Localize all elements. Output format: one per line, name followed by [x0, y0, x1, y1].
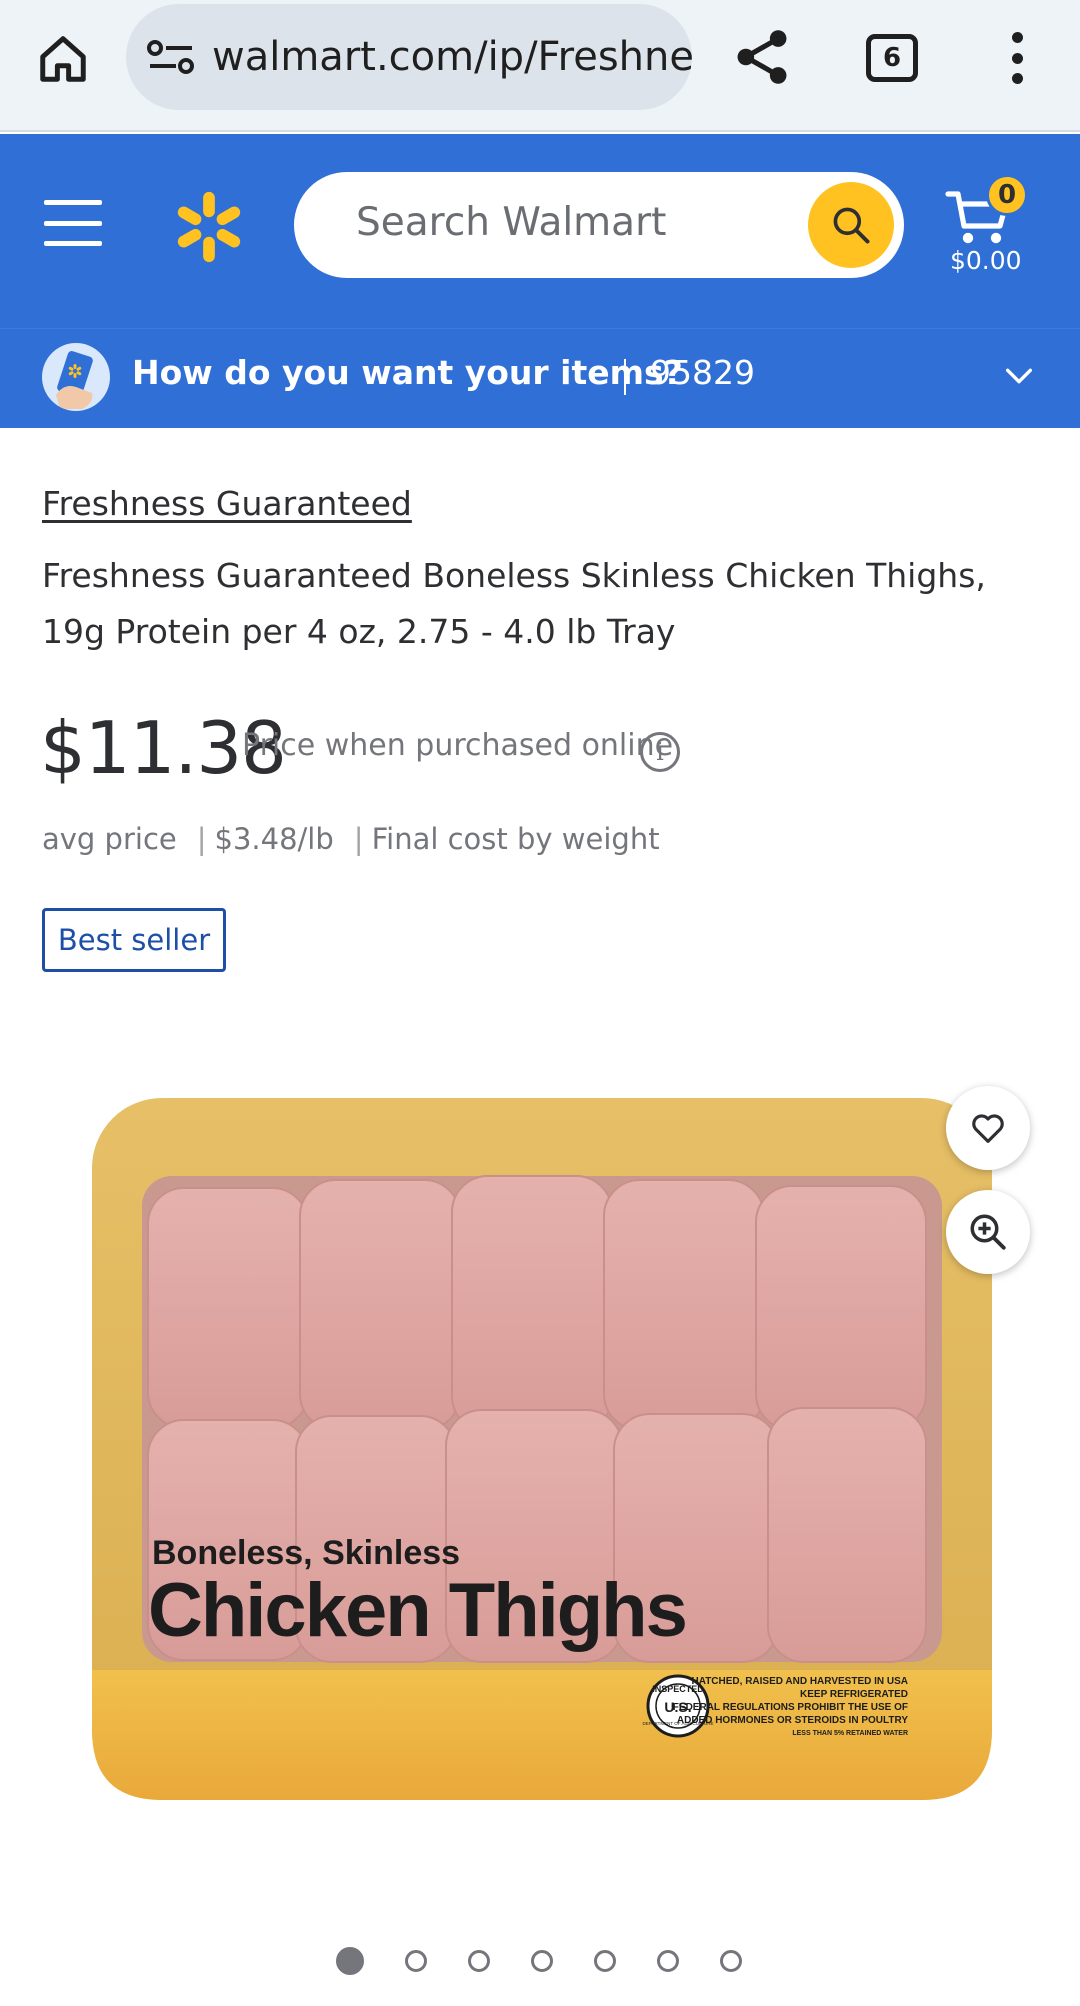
info-icon[interactable]: i: [640, 732, 680, 772]
brand-link[interactable]: Freshness Guaranteed: [42, 484, 412, 523]
hamburger-menu-icon[interactable]: [44, 200, 102, 246]
heart-icon: [972, 1114, 1004, 1143]
carousel-dot[interactable]: [531, 1950, 553, 1972]
tab-count: 6: [882, 43, 902, 73]
url-text: walmart.com/ip/Freshne: [212, 34, 692, 80]
share-icon[interactable]: [730, 22, 794, 92]
site-header: Search Walmart 0 $0.00: [0, 134, 1080, 328]
cart-total: $0.00: [950, 246, 1022, 275]
zoom-button[interactable]: [946, 1190, 1030, 1274]
final-cost-note: Final cost by weight: [371, 822, 660, 856]
unit-price-line: avg price | $3.48/lb | Final cost by weight: [42, 822, 660, 856]
cart-button[interactable]: 0 $0.00: [944, 174, 1054, 284]
zip-code: 95829: [650, 353, 755, 392]
phone-hand-icon: [42, 343, 110, 411]
unit-price: $3.48/lb: [214, 822, 334, 856]
avg-price-label: avg price: [42, 822, 177, 856]
fulfillment-selector[interactable]: How do you want your items? 95829: [0, 328, 1080, 428]
package-label-large: Chicken Thighs: [148, 1568, 686, 1653]
product-image[interactable]: Boneless, Skinless Chicken Thighs INSPEC…: [86, 1080, 1006, 1820]
carousel-dot[interactable]: [720, 1950, 742, 1972]
tab-switcher-button[interactable]: 6: [866, 34, 918, 82]
cart-count-badge: 0: [986, 174, 1028, 216]
carousel-dot[interactable]: [594, 1950, 616, 1972]
fine-print-line: HATCHED, RAISED AND HARVESTED IN USA: [692, 1676, 909, 1687]
browser-toolbar: walmart.com/ip/Freshne 6: [0, 0, 1080, 132]
carousel-pagination: [336, 1946, 783, 1976]
divider: [624, 359, 626, 395]
carousel-dot[interactable]: [657, 1950, 679, 1972]
carousel-dot[interactable]: [468, 1950, 490, 1972]
fine-print-line: KEEP REFRIGERATED: [800, 1689, 908, 1700]
add-to-favorites-button[interactable]: [946, 1086, 1030, 1170]
zoom-in-icon: [970, 1214, 1006, 1250]
browser-menu-icon[interactable]: [1000, 28, 1034, 88]
chevron-down-icon[interactable]: [1002, 359, 1036, 393]
fulfillment-question: How do you want your items?: [132, 353, 683, 392]
package-label-small: Boneless, Skinless: [152, 1534, 460, 1572]
best-seller-badge: Best seller: [42, 908, 226, 972]
fine-print-line: LESS THAN 5% RETAINED WATER: [792, 1730, 908, 1737]
fine-print-line: ADDED HORMONES OR STEROIDS IN POULTRY: [677, 1715, 908, 1726]
walmart-spark-logo[interactable]: [170, 188, 248, 266]
product-title: Freshness Guaranteed Boneless Skinless C…: [42, 556, 986, 651]
search-button[interactable]: [808, 182, 894, 268]
search-icon: [833, 207, 870, 244]
carousel-dot[interactable]: [336, 1947, 364, 1975]
address-bar[interactable]: walmart.com/ip/Freshne: [126, 4, 692, 110]
home-icon[interactable]: [30, 26, 96, 92]
carousel-dot[interactable]: [405, 1950, 427, 1972]
search-placeholder: Search Walmart: [356, 200, 667, 245]
site-settings-icon[interactable]: [146, 37, 196, 77]
search-input[interactable]: Search Walmart: [294, 172, 904, 278]
price-note: Price when purchased online: [242, 728, 674, 763]
fine-print-line: FEDERAL REGULATIONS PROHIBIT THE USE OF: [673, 1702, 908, 1713]
